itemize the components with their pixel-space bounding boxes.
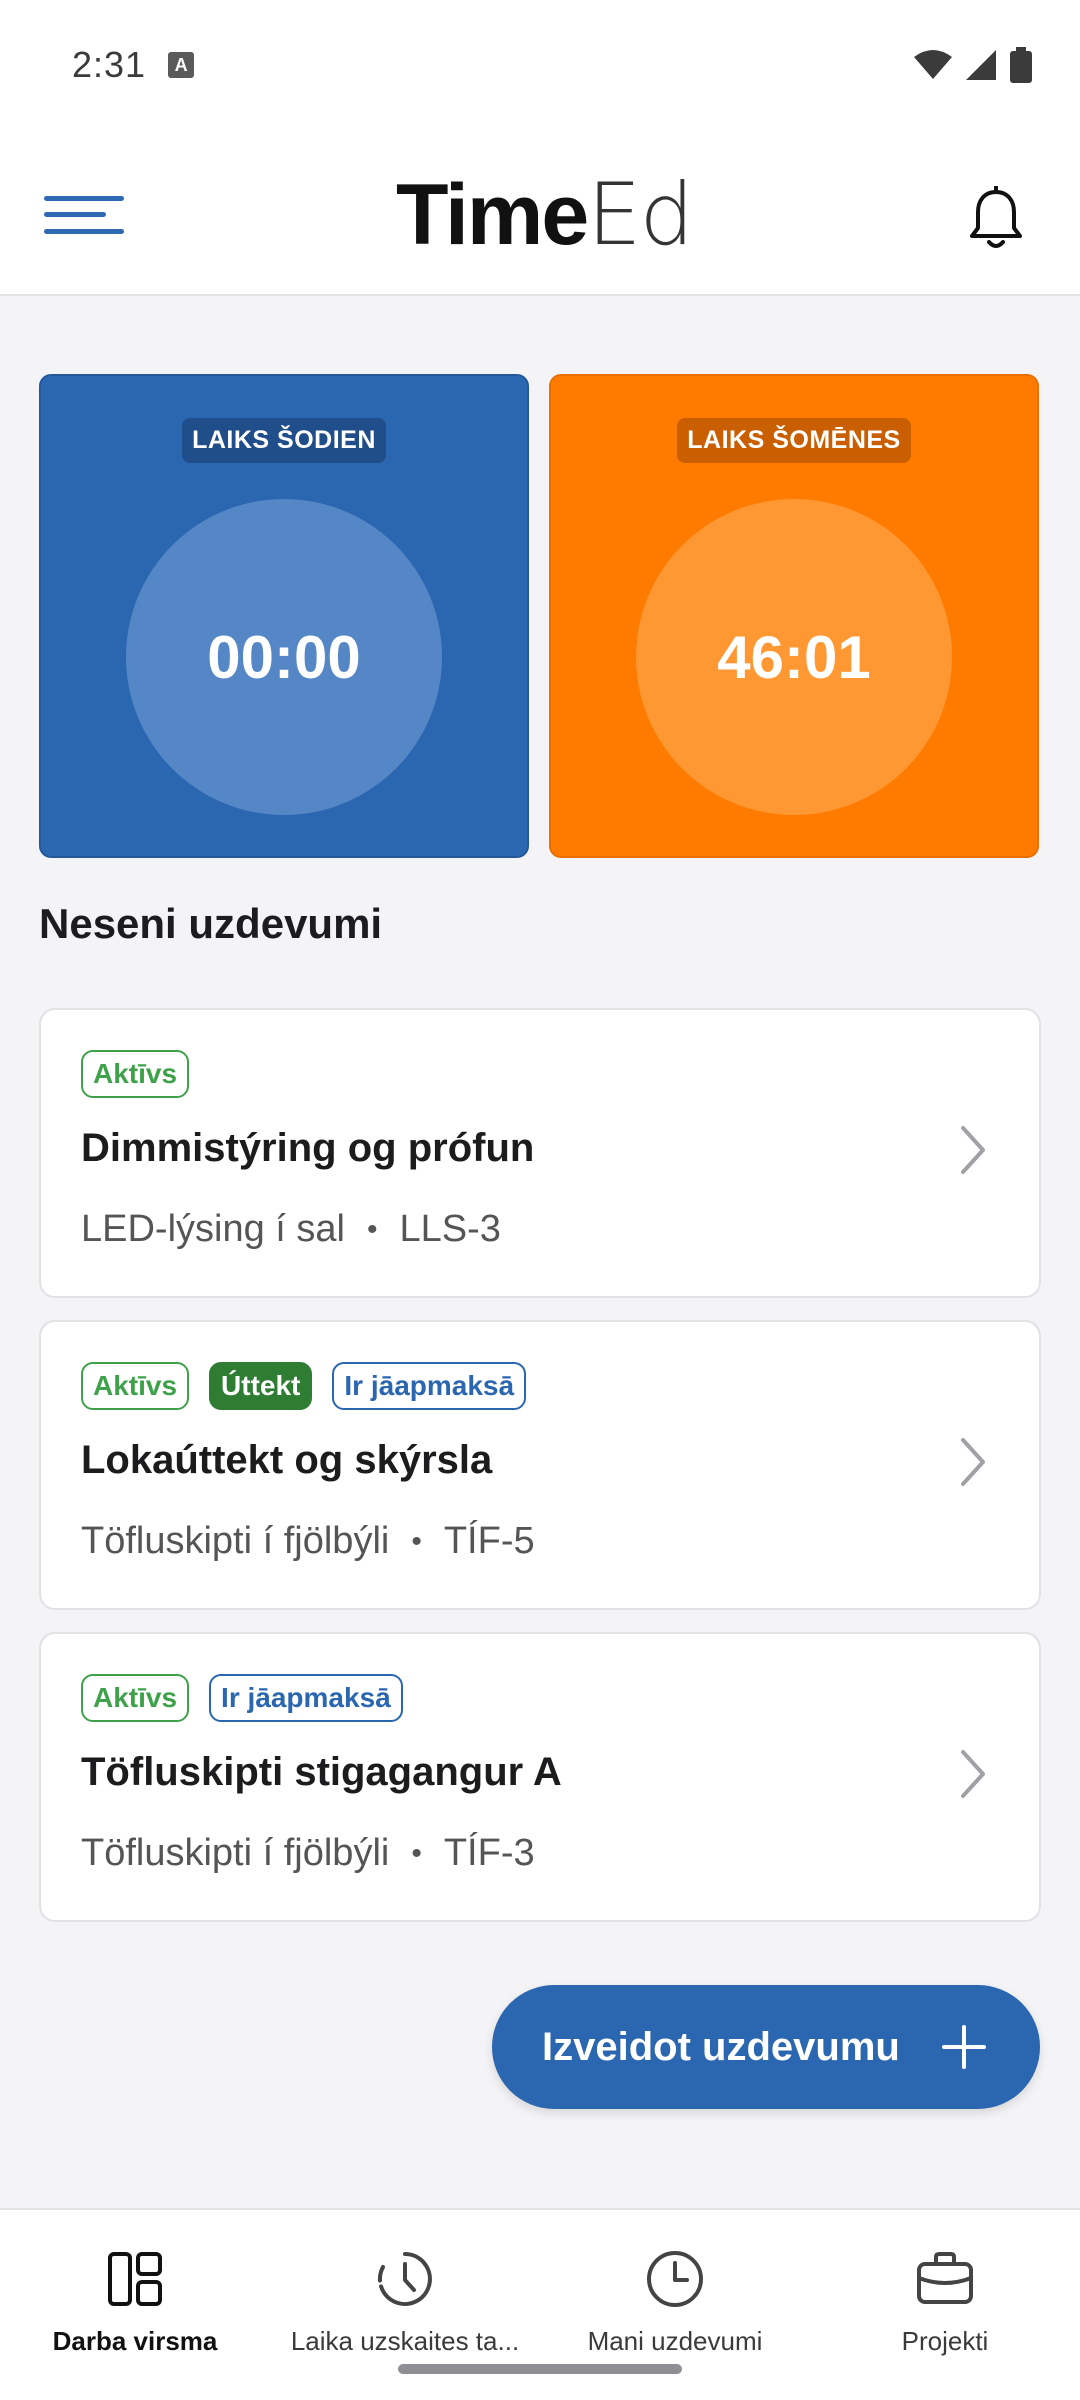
task-project: LED-lýsing í sal: [81, 1208, 345, 1250]
chevron-right-icon: [961, 1438, 985, 1486]
logo-ed: Ed: [587, 165, 694, 265]
time-month-label: LAIKS ŠOMĒNES: [677, 418, 911, 463]
status-badge-billable: Ir jāapmaksā: [332, 1362, 527, 1410]
nav-label-time-tracking: Laika uzskaites ta...: [290, 2326, 520, 2356]
nav-item-my-tasks[interactable]: Mani uzdevumi: [540, 2248, 810, 2357]
bell-icon[interactable]: [964, 186, 1028, 252]
nav-item-time-tracking[interactable]: Laika uzskaites ta...: [270, 2248, 540, 2357]
status-bar: 2:31 A: [0, 0, 1080, 130]
task-badges: Aktīvs Ir jāapmaksā: [81, 1674, 403, 1722]
time-today-card[interactable]: LAIKS ŠODIEN 00:00: [39, 374, 529, 858]
task-badges: Aktīvs: [81, 1050, 190, 1098]
create-task-button[interactable]: Izveidot uzdevumu: [492, 1985, 1040, 2109]
status-left: 2:31 A: [72, 44, 195, 86]
status-badge-active: Aktīvs: [81, 1050, 190, 1098]
task-code: LLS-3: [399, 1208, 501, 1250]
chevron-right-icon: [961, 1126, 985, 1174]
task-meta: LED-lýsing í sal • LLS-3: [81, 1208, 501, 1251]
task-meta: Töfluskipti í fjölbýli • TÍF-5: [81, 1520, 535, 1563]
nav-label-my-tasks: Mani uzdevumi: [587, 2326, 763, 2356]
briefcase-icon: [917, 2252, 973, 2304]
app-header: Time Ed: [0, 130, 1080, 296]
plus-icon: [942, 2025, 986, 2069]
signal-icon: [966, 50, 996, 80]
nav-label-dashboard: Darba virsma: [52, 2326, 218, 2356]
a-icon: A: [168, 52, 195, 78]
home-indicator[interactable]: [398, 2364, 682, 2374]
task-meta: Töfluskipti í fjölbýli • TÍF-3: [81, 1832, 535, 1875]
time-month-card[interactable]: LAIKS ŠOMĒNES 46:01: [549, 374, 1039, 858]
task-card[interactable]: Aktīvs Ir jāapmaksā Töfluskipti stigagan…: [39, 1632, 1041, 1922]
task-code: TÍF-3: [443, 1832, 535, 1874]
task-title: Dimmistýring og prófun: [81, 1126, 535, 1170]
time-today-label: LAIKS ŠODIEN: [182, 418, 386, 463]
status-time: 2:31: [72, 44, 147, 85]
separator-dot: •: [366, 1212, 378, 1246]
task-title: Lokaúttekt og skýrsla: [81, 1438, 493, 1482]
status-badge-billable: Ir jāapmaksā: [209, 1674, 403, 1722]
dashboard-icon: [108, 2252, 162, 2306]
nav-label-projects: Projekti: [901, 2326, 989, 2356]
task-project: Töfluskipti í fjölbýli: [81, 1832, 390, 1874]
status-badge-audit: Úttekt: [209, 1362, 313, 1410]
wifi-icon: [914, 50, 952, 79]
chevron-right-icon: [961, 1750, 985, 1798]
logo-time: Time: [396, 167, 589, 263]
app-logo: Time Ed: [396, 165, 694, 265]
separator-dot: •: [411, 1836, 422, 1870]
task-title: Töfluskipti stigagangur A: [81, 1750, 562, 1794]
nav-item-projects[interactable]: Projekti: [810, 2248, 1080, 2357]
separator-dot: •: [411, 1524, 422, 1558]
task-card[interactable]: Aktīvs Úttekt Ir jāapmaksā Lokaúttekt og…: [39, 1320, 1041, 1610]
status-badge-active: Aktīvs: [81, 1674, 190, 1722]
time-month-value: 46:01: [636, 499, 952, 815]
task-card[interactable]: Aktīvs Dimmistýring og prófun LED-lýsing…: [39, 1008, 1041, 1298]
time-today-value: 00:00: [126, 499, 442, 815]
nav-item-dashboard[interactable]: Darba virsma: [0, 2248, 270, 2357]
status-right: [914, 47, 1032, 83]
task-code: TÍF-5: [443, 1520, 535, 1562]
create-task-label: Izveidot uzdevumu: [542, 2024, 900, 2069]
task-badges: Aktīvs Úttekt Ir jāapmaksā: [81, 1362, 527, 1410]
task-project: Töfluskipti í fjölbýli: [81, 1520, 390, 1562]
clock-timer-icon: [377, 2252, 432, 2306]
status-badge-active: Aktīvs: [81, 1362, 190, 1410]
hamburger-icon[interactable]: [44, 192, 124, 238]
battery-icon: [1010, 47, 1032, 83]
clock-icon: [647, 2251, 703, 2307]
recent-tasks-title: Neseni uzdevumi: [39, 900, 383, 947]
